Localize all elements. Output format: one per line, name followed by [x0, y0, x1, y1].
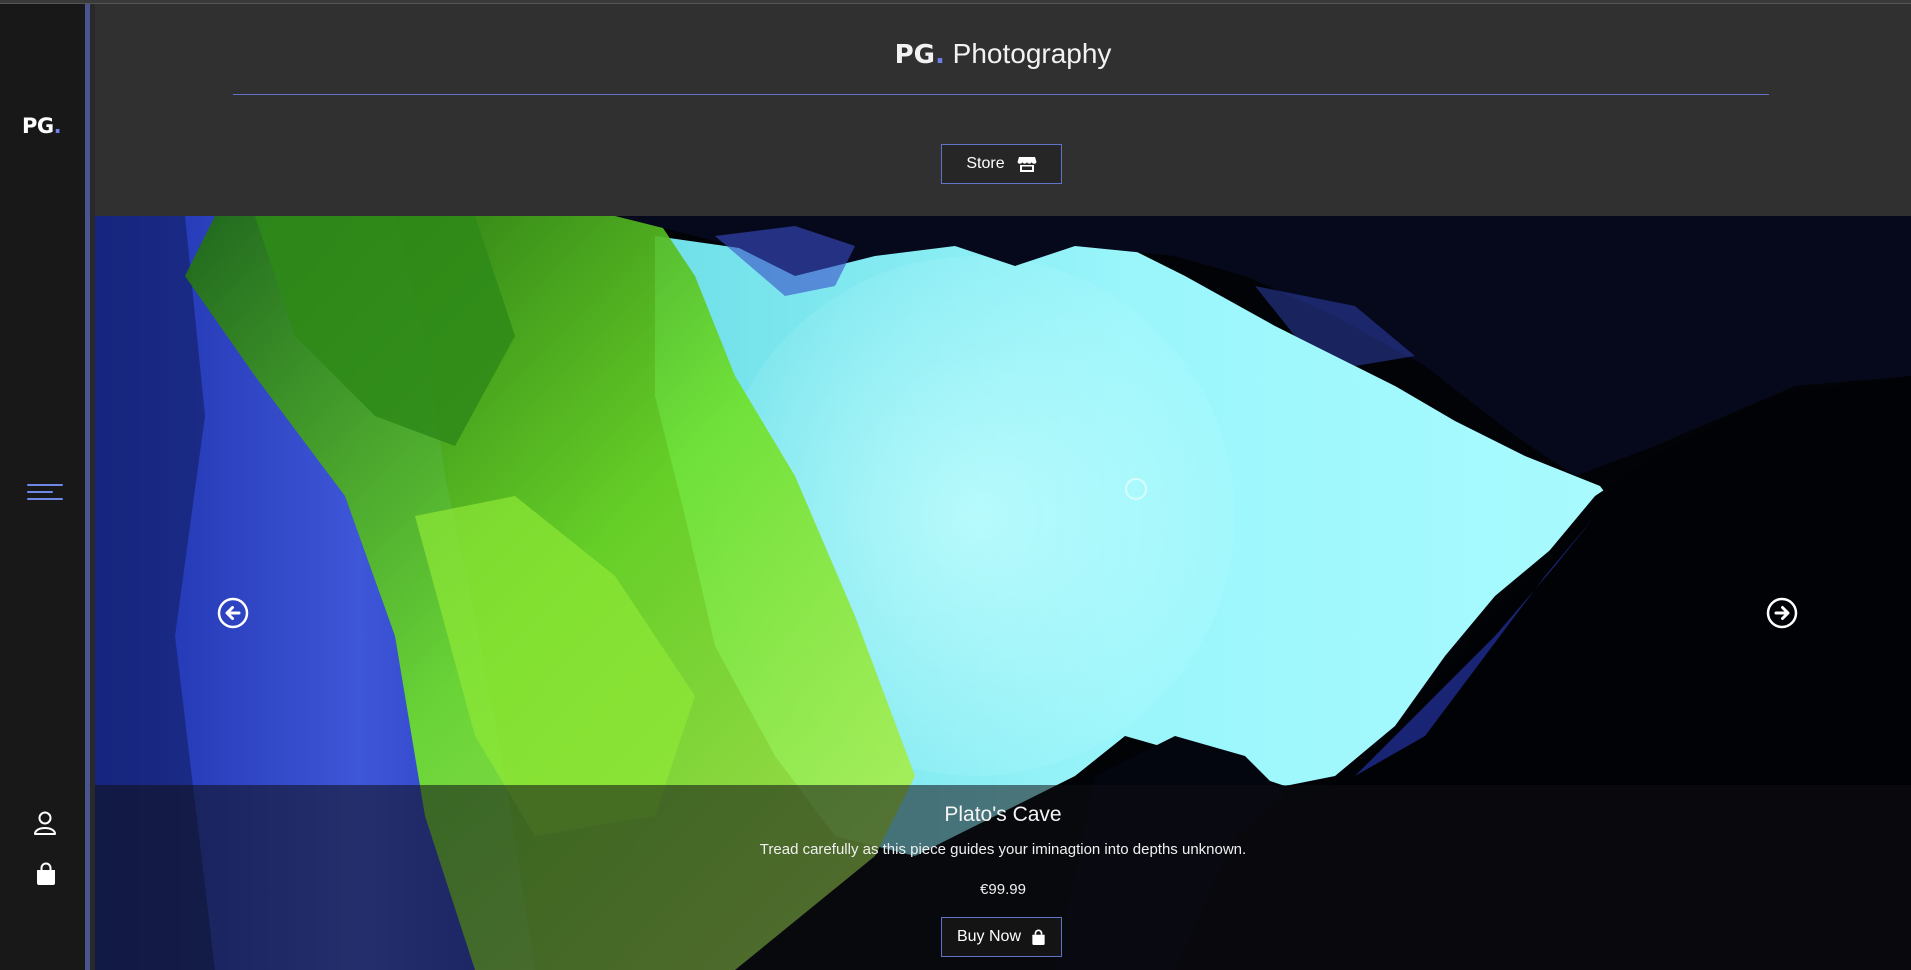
- user-icon[interactable]: [33, 810, 57, 836]
- carousel-caption: Plato's Cave Tread carefully as this pie…: [95, 785, 1911, 970]
- product-price: €99.99: [980, 881, 1026, 898]
- store-button[interactable]: Store: [941, 144, 1062, 184]
- buy-now-label: Buy Now: [956, 928, 1022, 945]
- store-icon: [1017, 157, 1037, 172]
- logo-dot: .: [53, 114, 62, 138]
- hamburger-icon[interactable]: [27, 482, 63, 508]
- arrow-left-circle-icon[interactable]: [217, 597, 249, 629]
- logo-text: PG: [22, 114, 54, 138]
- sidebar: PG.: [0, 4, 90, 970]
- product-title: Plato's Cave: [944, 803, 1062, 826]
- sidebar-logo[interactable]: PG.: [22, 114, 62, 138]
- store-button-label: Store: [966, 155, 1005, 172]
- product-description: Tread carefully as this piece guides you…: [759, 841, 1247, 858]
- brand-text: PG: [894, 40, 935, 70]
- header-divider: [233, 94, 1769, 95]
- page-title: PG. Photography: [95, 38, 1911, 70]
- image-carousel: Plato's Cave Tread carefully as this pie…: [95, 216, 1911, 970]
- shopping-bag-icon: [1032, 929, 1045, 945]
- page-header: PG. Photography Store: [95, 4, 1911, 216]
- carousel-indicator[interactable]: [1125, 478, 1147, 500]
- title-text: Photography: [952, 38, 1112, 69]
- arrow-right-circle-icon[interactable]: [1766, 597, 1798, 629]
- shopping-bag-icon[interactable]: [35, 862, 57, 886]
- brand-dot: .: [934, 40, 945, 70]
- buy-now-button[interactable]: Buy Now: [941, 917, 1062, 957]
